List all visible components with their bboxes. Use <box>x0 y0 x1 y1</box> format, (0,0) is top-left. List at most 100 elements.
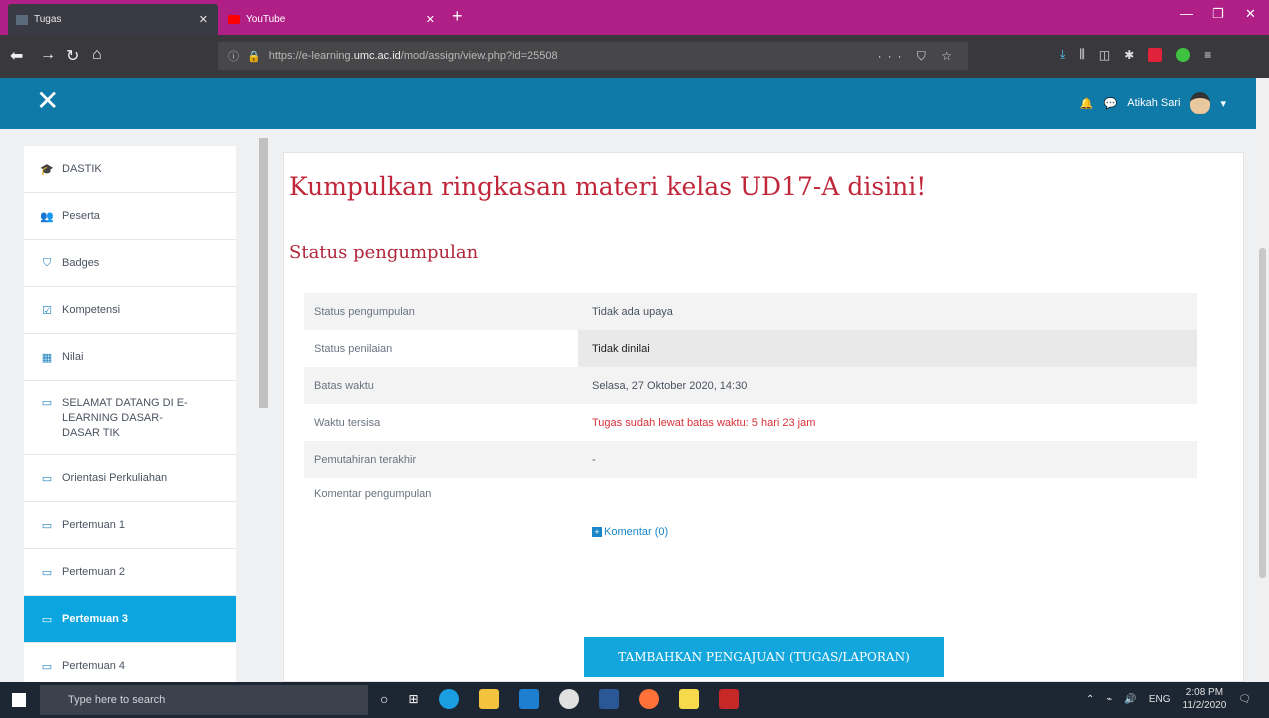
extension-green-icon[interactable] <box>1176 47 1191 62</box>
url-path: /mod/assign/view.php?id=25508 <box>400 50 558 62</box>
home-icon[interactable]: ⌂ <box>92 46 102 64</box>
close-window-icon[interactable]: ✕ <box>1245 6 1256 22</box>
volume-icon[interactable]: 🔊 <box>1124 694 1136 705</box>
close-tab-icon[interactable]: ✕ <box>199 13 208 26</box>
comments-link-label[interactable]: Komentar (0) <box>604 526 668 538</box>
close-tab-icon[interactable]: ✕ <box>426 13 435 26</box>
forward-icon[interactable]: → <box>40 46 56 64</box>
chrome-icon[interactable] <box>558 689 579 709</box>
sidebar-item-label: Pertemuan 2 <box>62 566 125 578</box>
browser-toolbar: ⬅ → ↻ ⌂ ⓘ 🔒 https://e-learning. umc.ac.i… <box>0 35 1269 78</box>
minimize-window-icon[interactable]: — <box>1180 6 1193 21</box>
sidebar-toggle-icon[interactable]: ◫ <box>1099 48 1110 62</box>
sidebar-item-pertemuan-1[interactable]: ▭ Pertemuan 1 <box>24 502 236 549</box>
clock-date: 11/2/2020 <box>1182 700 1227 711</box>
row-label: Pemutahiran terakhir <box>314 453 417 466</box>
clock-time: 2:08 PM <box>1185 687 1224 698</box>
store-icon[interactable] <box>518 689 539 709</box>
menu-icon[interactable]: ≡ <box>1204 48 1211 62</box>
sidebar-item-pertemuan-2[interactable]: ▭ Pertemuan 2 <box>24 549 236 596</box>
extension-red-icon[interactable] <box>1148 47 1163 62</box>
bell-icon[interactable]: 🔔 <box>1080 97 1094 110</box>
extension-icon[interactable]: ✱ <box>1124 48 1134 62</box>
chevron-up-icon[interactable]: ⌃ <box>1086 694 1094 705</box>
cortana-icon[interactable]: ○ <box>380 691 388 707</box>
language-indicator[interactable]: ENG <box>1149 694 1171 705</box>
add-submission-button[interactable]: TAMBAHKAN PENGAJUAN (TUGAS/LAPORAN) <box>584 637 944 677</box>
address-bar[interactable]: ⓘ 🔒 https://e-learning. umc.ac.id /mod/a… <box>218 42 968 70</box>
restore-window-icon[interactable]: ❐ <box>1212 6 1224 22</box>
sidebar-item-label: Pertemuan 3 <box>62 613 129 625</box>
tab-label: Tugas <box>34 14 62 25</box>
table-row: Status pengumpulan Tidak ada upaya <box>304 293 1197 330</box>
folder-icon: ▭ <box>41 519 53 532</box>
folder-icon: ▭ <box>41 613 53 626</box>
sidebar-item-label: SELAMAT DATANG DI E-LEARNING DASAR-DASAR… <box>62 397 188 439</box>
toolbar-extensions: ⤓ ⫼ ◫ ✱ ≡ <box>1060 47 1211 62</box>
reload-icon[interactable]: ↻ <box>66 46 79 66</box>
sidebar-item-kompetensi[interactable]: ☑ Kompetensi <box>24 287 236 334</box>
edge-icon[interactable] <box>438 689 459 709</box>
sidebar-item-label: Nilai <box>62 351 84 363</box>
library-icon[interactable]: ⫼ <box>1079 47 1085 62</box>
app-header: ✕ 🔔 💬 Atikah Sari ▾ <box>0 78 1256 129</box>
row-label: Batas waktu <box>314 379 374 392</box>
sidebar-item-nilai[interactable]: ▦ Nilai <box>24 334 236 381</box>
table-row: Waktu tersisa Tugas sudah lewat batas wa… <box>304 404 1197 441</box>
windows-start-icon[interactable] <box>12 693 26 707</box>
pdf-icon[interactable] <box>718 689 739 709</box>
task-view-icon[interactable]: ⊞ <box>408 692 418 706</box>
browser-tab-tugas[interactable]: Tugas ✕ <box>8 4 218 35</box>
network-icon[interactable]: ⌁ <box>1106 694 1112 705</box>
users-icon: 👥 <box>40 210 54 223</box>
submission-status-table: Status pengumpulan Tidak ada upaya Statu… <box>304 293 1197 558</box>
chat-icon[interactable]: 💬 <box>1104 97 1118 110</box>
row-value: Selasa, 27 Oktober 2020, 14:30 <box>592 379 748 392</box>
sidebar-item-selamat-datang-di-e-learning-dasar-dasar-tik[interactable]: ▭ SELAMAT DATANG DI E-LEARNING DASAR-DASA… <box>24 381 236 455</box>
sidebar-item-pertemuan-3[interactable]: ▭ Pertemuan 3 <box>24 596 236 643</box>
row-value: Tidak ada upaya <box>592 305 673 318</box>
system-tray: ⌃ ⌁ 🔊 ENG 2:08 PM 11/2/2020 🗨 <box>1086 686 1251 712</box>
row-value: + Komentar (0) <box>578 488 1197 548</box>
sidebar-item-dastik[interactable]: 🎓 DASTIK <box>24 146 236 193</box>
page-scrollbar[interactable] <box>1256 78 1269 682</box>
user-menu[interactable]: 🔔 💬 Atikah Sari ▾ <box>1080 92 1226 114</box>
page-scrollbar-thumb[interactable] <box>1259 248 1266 578</box>
page-actions-icon[interactable]: ··· ⛉ ☆ <box>878 49 958 64</box>
row-value: - <box>592 453 596 466</box>
avatar[interactable] <box>1190 92 1211 114</box>
browser-tab-youtube[interactable]: YouTube ✕ <box>220 4 445 35</box>
chevron-down-icon[interactable]: ▾ <box>1220 97 1226 110</box>
sticky-notes-icon[interactable] <box>678 689 699 709</box>
sidebar-item-orientasi-perkuliahan[interactable]: ▭ Orientasi Perkuliahan <box>24 455 236 502</box>
notification-icon[interactable]: 🗨 <box>1238 694 1251 705</box>
sidebar-scrollbar-thumb[interactable] <box>259 138 268 408</box>
folder-icon: ▭ <box>41 397 53 409</box>
sidebar-item-badges[interactable]: ⛉ Badges <box>24 240 236 287</box>
firefox-icon[interactable] <box>638 689 659 709</box>
clock[interactable]: 2:08 PM 11/2/2020 <box>1183 686 1227 712</box>
lock-icon: 🔒 <box>247 50 261 63</box>
folder-icon: ▭ <box>41 660 53 673</box>
sidebar-item-pertemuan-4[interactable]: ▭ Pertemuan 4 <box>24 643 236 682</box>
table-row: Status penilaian Tidak dinilai <box>304 330 1197 367</box>
taskbar-search-input[interactable]: Type here to search <box>40 685 368 715</box>
row-value-overdue: Tugas sudah lewat batas waktu: 5 hari 23… <box>592 416 816 429</box>
comments-link[interactable]: + Komentar (0) <box>592 526 668 538</box>
close-drawer-icon[interactable]: ✕ <box>36 87 59 115</box>
row-label: Status pengumpulan <box>314 305 415 318</box>
file-explorer-icon[interactable] <box>478 689 499 709</box>
row-label: Waktu tersisa <box>314 416 381 429</box>
word-icon[interactable] <box>598 689 619 709</box>
sidebar-scrollbar[interactable] <box>258 134 269 682</box>
sidebar-item-peserta[interactable]: 👥 Peserta <box>24 193 236 240</box>
windows-taskbar: Type here to search ○ ⊞ ⌃ ⌁ 🔊 ENG 2:08 P… <box>0 682 1269 718</box>
site-info-icon[interactable]: ⓘ <box>228 48 239 64</box>
checklist-icon: ☑ <box>42 304 52 317</box>
back-icon[interactable]: ⬅ <box>10 46 23 66</box>
taskbar-apps: ○ ⊞ <box>380 689 739 709</box>
download-icon[interactable]: ⤓ <box>1060 47 1065 62</box>
new-tab-icon[interactable]: + <box>452 6 463 27</box>
browser-tab-strip: Tugas ✕ YouTube ✕ + — ❐ ✕ <box>0 0 1269 35</box>
user-name[interactable]: Atikah Sari <box>1127 97 1180 109</box>
